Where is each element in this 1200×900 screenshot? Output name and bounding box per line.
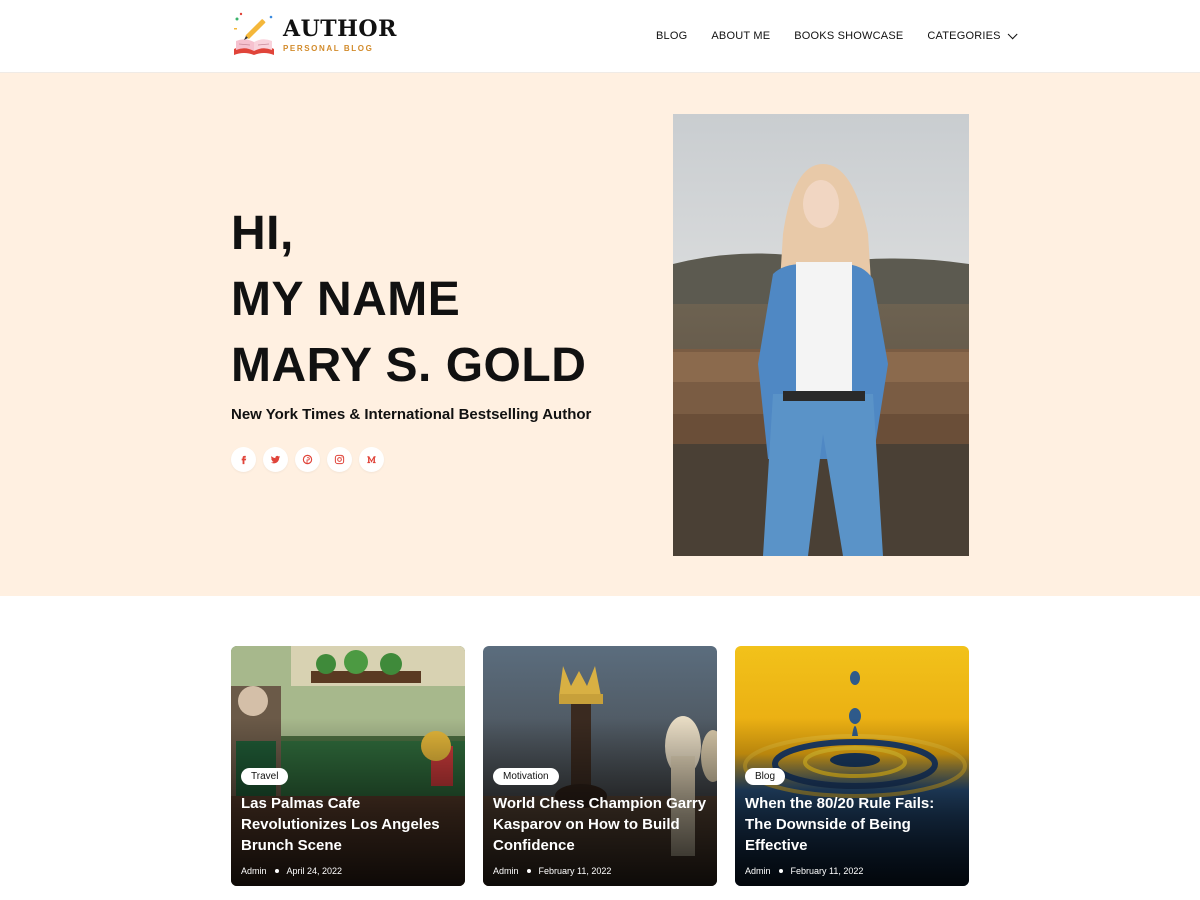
pinterest-icon xyxy=(302,454,313,465)
post-card[interactable]: Motivation World Chess Champion Garry Ka… xyxy=(483,646,717,886)
medium-icon xyxy=(367,456,376,464)
post-author[interactable]: Admin xyxy=(241,866,267,876)
category-badge[interactable]: Blog xyxy=(745,768,786,785)
instagram-link[interactable] xyxy=(327,447,352,472)
post-cards: Travel Las Palmas Cafe Revolutionizes Lo… xyxy=(231,646,969,886)
post-card[interactable]: Travel Las Palmas Cafe Revolutionizes Lo… xyxy=(231,646,465,886)
book-pencil-logo-icon xyxy=(231,11,277,57)
author-portrait-image xyxy=(673,114,969,556)
main-nav: BLOG ABOUT ME BOOKS SHOWCASE CATEGORIES xyxy=(656,28,1018,42)
separator-dot-icon xyxy=(274,869,279,873)
pinterest-link[interactable] xyxy=(295,447,320,472)
hero-line-3: MARY S. GOLD xyxy=(231,339,587,392)
post-card[interactable]: Blog When the 80/20 Rule Fails: The Down… xyxy=(735,646,969,886)
category-badge[interactable]: Travel xyxy=(241,768,289,785)
post-title[interactable]: When the 80/20 Rule Fails: The Downside … xyxy=(745,793,959,856)
facebook-icon xyxy=(241,455,247,465)
post-author[interactable]: Admin xyxy=(493,866,519,876)
post-meta: Admin February 11, 2022 xyxy=(745,866,959,876)
hero-subtitle: New York Times & International Bestselli… xyxy=(231,406,592,423)
chevron-down-icon xyxy=(1007,28,1018,39)
logo-subtitle: PERSONAL BLOG xyxy=(283,43,374,53)
instagram-icon xyxy=(334,454,345,465)
hero-heading: HI, MY NAME MARY S. GOLD xyxy=(231,201,586,399)
site-logo[interactable]: AUTHOR PERSONAL BLOG xyxy=(231,11,397,57)
facebook-link[interactable] xyxy=(231,447,256,472)
separator-dot-icon xyxy=(526,869,531,873)
post-title[interactable]: World Chess Champion Garry Kasparov on H… xyxy=(493,793,707,856)
post-author[interactable]: Admin xyxy=(745,866,771,876)
separator-dot-icon xyxy=(778,869,783,873)
post-date: February 11, 2022 xyxy=(538,866,612,876)
medium-link[interactable] xyxy=(359,447,384,472)
nav-blog[interactable]: BLOG xyxy=(656,30,687,42)
nav-categories[interactable]: CATEGORIES xyxy=(927,28,1018,42)
nav-about-me[interactable]: ABOUT ME xyxy=(711,30,770,42)
site-header: AUTHOR PERSONAL BLOG BLOG ABOUT ME BOOKS… xyxy=(0,0,1200,73)
post-date: April 24, 2022 xyxy=(286,866,343,876)
category-badge[interactable]: Motivation xyxy=(493,768,559,785)
hero-line-1: HI, xyxy=(231,207,294,260)
hero-section: HI, MY NAME MARY S. GOLD New York Times … xyxy=(0,73,1200,596)
social-links xyxy=(231,447,391,472)
nav-books-showcase[interactable]: BOOKS SHOWCASE xyxy=(794,30,903,42)
nav-categories-label: CATEGORIES xyxy=(927,30,1001,42)
logo-title: AUTHOR xyxy=(283,15,397,42)
hero-line-2: MY NAME xyxy=(231,273,461,326)
twitter-icon xyxy=(270,455,281,464)
post-date: February 11, 2022 xyxy=(790,866,864,876)
post-meta: Admin April 24, 2022 xyxy=(241,866,455,876)
post-meta: Admin February 11, 2022 xyxy=(493,866,707,876)
twitter-link[interactable] xyxy=(263,447,288,472)
post-title[interactable]: Las Palmas Cafe Revolutionizes Los Angel… xyxy=(241,793,455,856)
